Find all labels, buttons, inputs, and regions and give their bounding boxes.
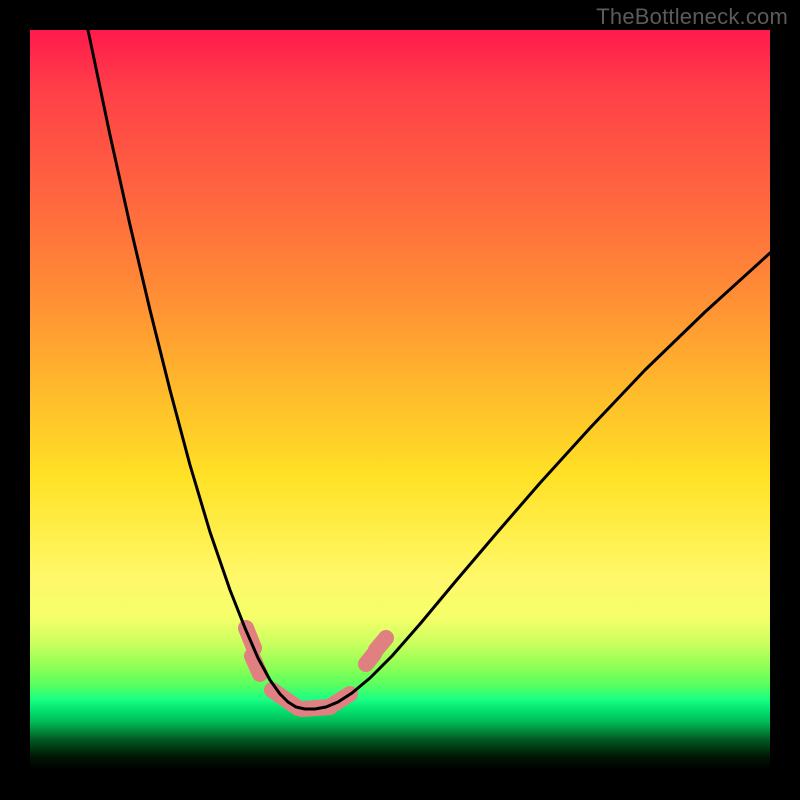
chart-frame: TheBottleneck.com bbox=[0, 0, 800, 800]
plot-area bbox=[30, 30, 770, 770]
watermark-label: TheBottleneck.com bbox=[596, 4, 788, 30]
background-gradient bbox=[30, 30, 770, 770]
